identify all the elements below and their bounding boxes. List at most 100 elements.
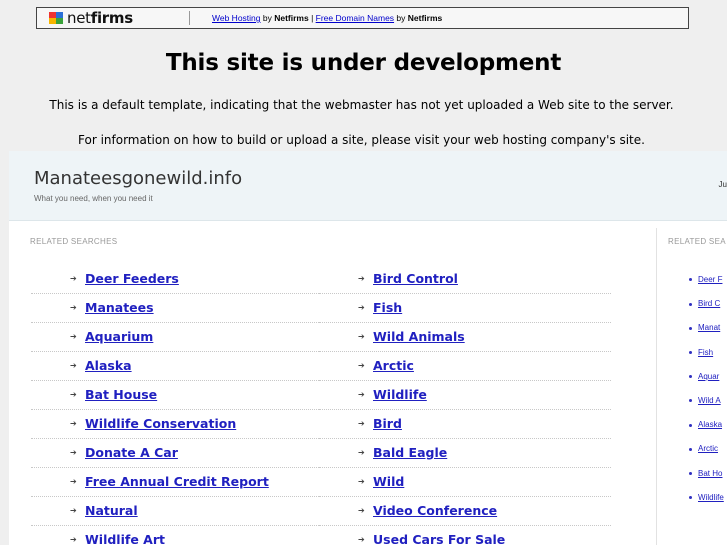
related-link[interactable]: Deer Feeders: [85, 271, 179, 286]
bullet-icon: [689, 350, 692, 354]
sidebar-link[interactable]: Deer F: [698, 275, 722, 284]
related-link[interactable]: Manatees: [85, 300, 154, 315]
related-link[interactable]: Donate A Car: [85, 445, 178, 460]
related-link-row: ➔ Wildlife: [319, 381, 611, 410]
related-link-row: ➔ Natural: [31, 497, 323, 526]
sidebar-link-item: Manat: [689, 323, 720, 335]
related-link[interactable]: Wild: [373, 474, 404, 489]
arrow-icon: ➔: [70, 477, 77, 486]
arrow-icon: ➔: [70, 361, 77, 370]
related-link[interactable]: Wild Animals: [373, 329, 465, 344]
related-link-row: ➔ Wild Animals: [319, 323, 611, 352]
sidebar-link-item: Fish: [689, 348, 713, 360]
arrow-icon: ➔: [358, 419, 365, 428]
arrow-icon: ➔: [358, 477, 365, 486]
related-link[interactable]: Fish: [373, 300, 402, 315]
related-link[interactable]: Bald Eagle: [373, 445, 447, 460]
related-link[interactable]: Used Cars For Sale: [373, 532, 505, 545]
related-link-row: ➔ Bat House: [31, 381, 323, 410]
netfirms-logo-icon: [49, 11, 65, 25]
banner-separator: |: [308, 13, 316, 23]
related-link[interactable]: Wildlife Conservation: [85, 416, 236, 431]
parked-page-frame: Manateesgonewild.info What you need, whe…: [9, 151, 727, 545]
netfirms-banner: netfirms Web Hosting by Netfirms | Free …: [36, 7, 689, 29]
arrow-icon: ➔: [358, 303, 365, 312]
bullet-icon: [689, 278, 692, 282]
arrow-icon: ➔: [358, 332, 365, 341]
related-link[interactable]: Alaska: [85, 358, 132, 373]
arrow-icon: ➔: [70, 506, 77, 515]
related-link[interactable]: Natural: [85, 503, 138, 518]
arrow-icon: ➔: [70, 535, 77, 544]
bullet-icon: [689, 399, 692, 403]
related-link[interactable]: Aquarium: [85, 329, 153, 344]
sidebar-link-item: Deer F: [689, 275, 722, 287]
related-searches-label: RELATED SEARCHES: [30, 237, 118, 246]
banner-brand: Netfirms: [274, 13, 309, 23]
bullet-icon: [689, 302, 692, 306]
sidebar-link[interactable]: Wild A: [698, 396, 721, 405]
sidebar-link-item: Wildlife: [689, 493, 724, 505]
sidebar-link[interactable]: Fish: [698, 348, 713, 357]
banner-divider: [189, 11, 190, 25]
arrow-icon: ➔: [358, 535, 365, 544]
sidebar-link-item: Bat Ho: [689, 469, 722, 481]
sidebar-link[interactable]: Arctic: [698, 444, 718, 453]
column-divider: [656, 228, 657, 545]
sidebar-link[interactable]: Bird C: [698, 299, 720, 308]
related-link-row: ➔ Bald Eagle: [319, 439, 611, 468]
related-searches-label-right: RELATED SEA: [668, 237, 726, 246]
related-link-row: ➔ Video Conference: [319, 497, 611, 526]
arrow-icon: ➔: [70, 303, 77, 312]
sidebar-link-item: Bird C: [689, 299, 720, 311]
related-link-row: ➔ Bird Control: [319, 265, 611, 294]
arrow-icon: ➔: [70, 332, 77, 341]
related-link[interactable]: Arctic: [373, 358, 414, 373]
related-link-row: ➔ Manatees: [31, 294, 323, 323]
arrow-icon: ➔: [358, 361, 365, 370]
related-link[interactable]: Free Annual Credit Report: [85, 474, 269, 489]
related-link-row: ➔ Deer Feeders: [31, 265, 323, 294]
sidebar-link[interactable]: Bat Ho: [698, 469, 722, 478]
bullet-icon: [689, 447, 692, 451]
arrow-icon: ➔: [358, 274, 365, 283]
banner-by-text: by: [260, 13, 275, 23]
related-link[interactable]: Video Conference: [373, 503, 497, 518]
banner-brand: Netfirms: [407, 13, 443, 23]
related-link-row: ➔ Used Cars For Sale: [319, 526, 611, 545]
header-right-text: Ju: [718, 180, 727, 189]
banner-by-text: by: [394, 13, 408, 23]
banner-links: Web Hosting by Netfirms | Free Domain Na…: [212, 13, 442, 23]
related-link[interactable]: Bird: [373, 416, 402, 431]
parked-header: Manateesgonewild.info What you need, whe…: [9, 151, 727, 221]
site-tagline: What you need, when you need it: [34, 194, 153, 203]
related-link-row: ➔ Wildlife Conservation: [31, 410, 323, 439]
sidebar-link[interactable]: Alaska: [698, 420, 722, 429]
related-link[interactable]: Bird Control: [373, 271, 458, 286]
related-link[interactable]: Wildlife Art: [85, 532, 165, 545]
related-link-row: ➔ Wild: [319, 468, 611, 497]
related-link-row: ➔ Donate A Car: [31, 439, 323, 468]
bullet-icon: [689, 326, 692, 330]
related-link[interactable]: Wildlife: [373, 387, 427, 402]
related-link[interactable]: Bat House: [85, 387, 157, 402]
sidebar-link[interactable]: Manat: [698, 323, 720, 332]
free-domain-names-link[interactable]: Free Domain Names: [316, 13, 394, 23]
related-link-row: ➔ Free Annual Credit Report: [31, 468, 323, 497]
web-hosting-link[interactable]: Web Hosting: [212, 13, 261, 23]
site-title: Manateesgonewild.info: [34, 168, 243, 189]
sidebar-link[interactable]: Aquar: [698, 372, 719, 381]
arrow-icon: ➔: [358, 390, 365, 399]
arrow-icon: ➔: [70, 419, 77, 428]
sidebar-link[interactable]: Wildlife: [698, 493, 724, 502]
sidebar-link-item: Aquar: [689, 372, 719, 384]
netfirms-logo-text: netfirms: [67, 9, 133, 27]
bullet-icon: [689, 471, 692, 475]
bullet-icon: [689, 423, 692, 427]
arrow-icon: ➔: [70, 390, 77, 399]
arrow-icon: ➔: [358, 506, 365, 515]
related-link-row: ➔ Aquarium: [31, 323, 323, 352]
netfirms-logo[interactable]: netfirms: [49, 9, 179, 27]
related-link-row: ➔ Fish: [319, 294, 611, 323]
bullet-icon: [689, 496, 692, 500]
